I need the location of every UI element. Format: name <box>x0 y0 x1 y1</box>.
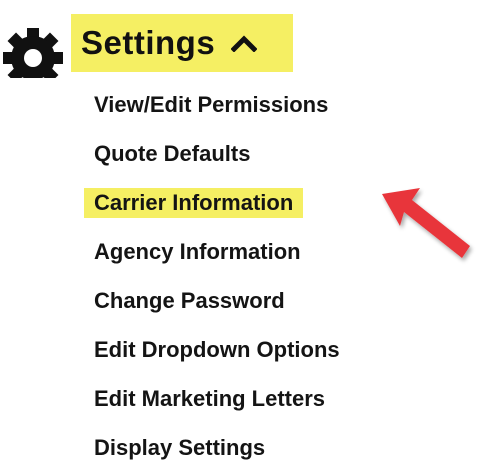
menu-item-label: View/Edit Permissions <box>94 91 329 117</box>
gear-icon <box>2 20 64 78</box>
menu-item-label: Carrier Information <box>84 187 304 218</box>
settings-submenu: View/Edit Permissions Quote Defaults Car… <box>84 80 444 472</box>
menu-item-display-settings[interactable]: Display Settings <box>84 423 444 472</box>
menu-item-label: Edit Marketing Letters <box>94 385 326 411</box>
menu-item-label: Change Password <box>94 287 285 313</box>
settings-title: Settings <box>81 24 216 61</box>
menu-item-view-edit-permissions[interactable]: View/Edit Permissions <box>84 80 444 129</box>
menu-item-edit-marketing-letters[interactable]: Edit Marketing Letters <box>84 374 444 423</box>
settings-menu-toggle[interactable]: Settings <box>71 14 293 72</box>
menu-item-change-password[interactable]: Change Password <box>84 276 444 325</box>
menu-item-label: Display Settings <box>94 434 266 460</box>
menu-item-label: Quote Defaults <box>94 140 251 166</box>
menu-item-quote-defaults[interactable]: Quote Defaults <box>84 129 444 178</box>
arrow-pointer-icon <box>378 186 478 272</box>
menu-item-label: Edit Dropdown Options <box>94 336 340 362</box>
menu-item-label: Agency Information <box>94 238 301 264</box>
chevron-up-icon <box>231 34 258 52</box>
settings-header[interactable]: Settings <box>0 14 300 78</box>
menu-item-edit-dropdown-options[interactable]: Edit Dropdown Options <box>84 325 444 374</box>
